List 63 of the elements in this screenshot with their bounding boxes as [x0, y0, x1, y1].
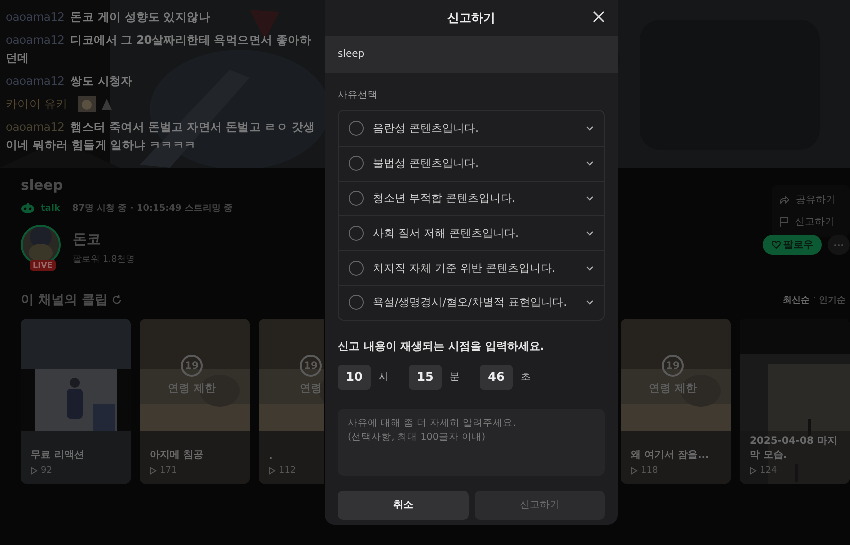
view-count: 92 [31, 466, 121, 476]
sort-tab[interactable]: 최신순 [783, 294, 810, 306]
play-icon [750, 467, 757, 475]
time-field[interactable]: 15 [409, 364, 442, 390]
more-icon [834, 244, 844, 246]
time-prompt: 신고 내용이 재생되는 시점을 입력하세요. [338, 338, 546, 354]
view-count: 171 [150, 466, 240, 476]
clip-title: 2025-04-08 마지막 모습. [750, 435, 838, 462]
reason-option[interactable]: 청소년 부적합 콘텐츠입니다. [339, 180, 604, 216]
clip-card[interactable]: 무료 리액션 92 [21, 319, 131, 484]
view-count: 118 [631, 466, 721, 476]
play-icon [269, 467, 276, 475]
share-icon [780, 196, 790, 204]
section-title: 이 채널의 클립 [21, 292, 108, 309]
refresh-icon[interactable] [112, 295, 122, 305]
more-button[interactable] [828, 235, 850, 255]
sort-tab[interactable]: 인기순 [819, 294, 846, 306]
play-icon [631, 467, 638, 475]
clip-title: 왜 여기서 잠을... [631, 449, 710, 462]
restriction-label: 연령 [300, 381, 322, 396]
time-unit: 초 [521, 371, 531, 384]
reason-option[interactable]: 욕설/생명경시/혐오/차별적 표현입니다. [339, 284, 604, 320]
chevron-down-icon [586, 266, 594, 271]
reason-option[interactable]: 치지직 자체 기준 위반 콘텐츠입니다. [339, 250, 604, 285]
chevron-down-icon [586, 230, 594, 236]
time-field[interactable]: 46 [480, 364, 513, 390]
radio-button[interactable] [349, 190, 364, 206]
clip-title: 무료 리액션 [31, 449, 86, 462]
play-icon [31, 467, 38, 475]
talk-label: talk [41, 204, 60, 214]
follower-count: 팔로워 1.8천명 [73, 254, 136, 266]
radio-button[interactable] [349, 226, 364, 241]
reason-option[interactable]: 사회 질서 저해 콘텐츠입니다. [339, 215, 604, 250]
flag-icon [780, 217, 789, 227]
radio-button[interactable] [349, 295, 364, 310]
heart-icon [772, 241, 780, 249]
view-count: 112 [269, 466, 314, 476]
stream-stats: 87명 시청 중 · 10:15:49 스트리밍 중 [72, 203, 233, 215]
menu-item[interactable]: 공유하기 [772, 189, 850, 211]
follow-button[interactable]: 팔로우 [763, 235, 822, 255]
chevron-down-icon [586, 196, 594, 201]
details-field[interactable]: 사유에 대해 좀 더 자세히 알려주세요. (선택사항, 최대 100글자 이내) [338, 408, 605, 476]
live-badge: LIVE [30, 260, 56, 271]
age-badge: 19 [181, 355, 203, 377]
play-icon [150, 467, 157, 475]
channel-name[interactable]: 돈코 [73, 230, 136, 248]
time-field[interactable]: 10 [338, 364, 371, 390]
clip-title: 아지메 침공 [150, 449, 204, 462]
time-unit: 분 [450, 371, 460, 384]
cancel-button[interactable]: 취소 [338, 490, 468, 520]
time-unit: 시 [379, 371, 389, 384]
separator-dot: · [813, 294, 816, 306]
view-count: 124 [750, 466, 840, 476]
clip-title: . [269, 451, 274, 462]
age-badge: 19 [300, 355, 322, 377]
chevron-down-icon [586, 300, 594, 306]
clip-card[interactable]: 2025-04-08 마지막 모습. 124 [740, 319, 850, 484]
stream-title: sleep [21, 178, 64, 194]
chat-bubble-icon [21, 203, 35, 214]
menu-item[interactable]: 신고하기 [772, 211, 850, 233]
clip-card[interactable]: 19 연령 . 112 [259, 319, 324, 484]
radio-button[interactable] [349, 260, 364, 276]
age-badge: 19 [662, 355, 684, 377]
